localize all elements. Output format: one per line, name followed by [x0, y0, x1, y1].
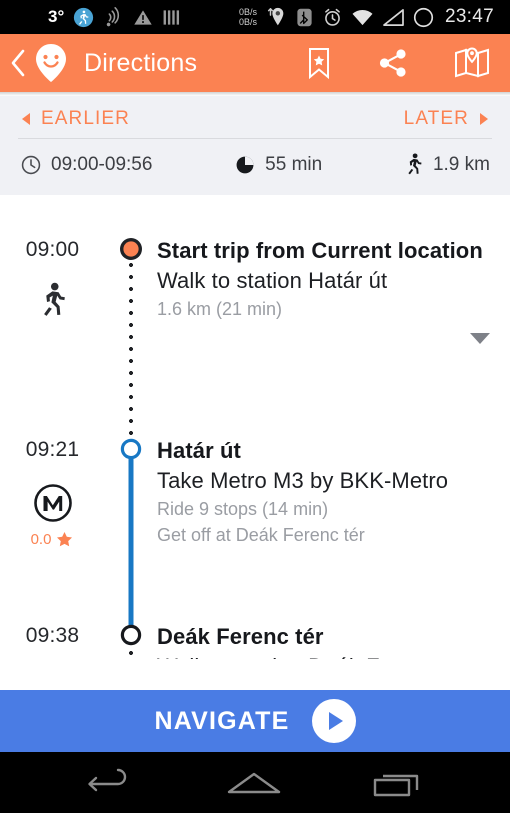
location-pin-icon	[265, 6, 287, 28]
warning-triangle-icon	[133, 8, 153, 27]
step-detail: Start trip from Current location Walk to…	[157, 237, 510, 437]
rating-value: 0.0	[30, 531, 52, 548]
play-triangle	[328, 712, 343, 730]
timeline-column	[105, 623, 157, 659]
earlier-button[interactable]: EARLIER	[22, 108, 130, 130]
walking-icon	[38, 282, 68, 320]
bars-icon	[162, 8, 181, 27]
android-home-icon[interactable]	[225, 768, 283, 798]
bookmark-star-icon[interactable]	[306, 47, 332, 80]
itinerary-steps: 09:00 Start trip from Current location W…	[0, 195, 510, 659]
step-left-column: 09:00	[0, 237, 105, 437]
timeline-column	[105, 437, 157, 633]
stat-distance: 1.9 km	[404, 153, 496, 177]
step-subtitle: Take Metro M3 by BKK-Metro	[157, 468, 449, 493]
status-bar-clock: 23:47	[444, 6, 494, 27]
trip-summary-header: EARLIER LATER 09:00-09:56 55 min 1.9 km	[0, 96, 510, 195]
play-icon[interactable]	[311, 699, 356, 743]
later-button[interactable]: LATER	[404, 108, 488, 130]
step-meta: Ride 9 stops (14 min)	[157, 499, 329, 519]
step-left-column: 09:21 0.0	[0, 437, 105, 623]
satellite-signal-icon	[103, 7, 124, 27]
triangle-left-icon	[22, 113, 30, 125]
earlier-label: EARLIER	[41, 108, 131, 129]
step-time: 09:38	[25, 624, 80, 647]
step-time: 09:21	[25, 438, 80, 461]
wifi-icon	[351, 8, 374, 27]
origin-dot-marker	[119, 237, 143, 266]
itinerary-step[interactable]: 09:38 Deák Ferenc tér Walk to station De…	[0, 623, 510, 659]
running-man-icon	[73, 7, 94, 28]
rating-badge: 0.0	[31, 530, 75, 549]
step-left-column: 09:38	[0, 623, 105, 659]
timeline-dotted-segment	[128, 259, 134, 437]
stat-time-range-value: 09:00-09:56	[51, 154, 153, 175]
timeline-solid-segment	[128, 447, 134, 633]
step-title: Deák Ferenc tér	[157, 624, 324, 649]
step-subtitle: Walk to station Határ út	[157, 268, 388, 293]
circle-icon	[413, 7, 434, 28]
step-subtitle: Walk to station Deák Ferenc	[157, 651, 498, 659]
trip-stats: 09:00-09:56 55 min 1.9 km	[0, 139, 510, 195]
back-chevron-icon[interactable]	[8, 46, 30, 80]
android-recents-icon[interactable]	[372, 768, 426, 798]
temperature-indicator: 3°	[48, 7, 65, 26]
page-title: Directions	[84, 48, 198, 77]
itinerary-list[interactable]: 09:00 Start trip from Current location W…	[0, 195, 510, 659]
network-speed-indicator: 0B/s 0B/s	[239, 7, 257, 27]
bluetooth-icon	[295, 7, 314, 28]
cell-signal-icon	[382, 8, 405, 27]
later-label: LATER	[403, 108, 469, 129]
stat-duration: 55 min	[234, 154, 322, 176]
transit-circle-black-marker	[119, 623, 143, 652]
map-icon[interactable]	[454, 47, 490, 79]
stat-duration-value: 55 min	[265, 154, 323, 175]
android-back-icon[interactable]	[84, 768, 136, 798]
network-speed-up: 0B/s	[238, 17, 257, 27]
duration-pie-icon	[234, 154, 256, 176]
app-bar-actions	[306, 47, 496, 80]
timeline-column	[105, 237, 157, 437]
share-icon[interactable]	[378, 48, 408, 78]
alarm-clock-icon	[322, 7, 343, 28]
clock-icon	[20, 154, 42, 176]
time-shift-row: EARLIER LATER	[0, 98, 510, 138]
status-bar-left: 3°	[10, 7, 181, 28]
step-title: Határ út	[157, 438, 241, 463]
star-icon	[55, 530, 74, 549]
itinerary-step[interactable]: 09:00 Start trip from Current location W…	[0, 237, 510, 437]
step-meta: 1.6 km (21 min)	[157, 299, 283, 319]
android-nav-bar	[0, 752, 510, 813]
chevron-down-icon[interactable]	[470, 333, 490, 344]
status-bar: 3° 0B/s 0B/s 23:47	[0, 0, 510, 34]
network-speed-down: 0B/s	[238, 7, 257, 17]
step-detail: Deák Ferenc tér Walk to station Deák Fer…	[157, 623, 510, 659]
transit-circle-blue-marker	[119, 437, 143, 466]
app-bar: Directions	[0, 34, 510, 92]
itinerary-step[interactable]: 09:21 0.0 Határ út Take Metro M3 by BKK-…	[0, 437, 510, 633]
metro-m-icon	[32, 482, 74, 524]
step-meta-secondary: Get off at Deák Ferenc tér	[157, 525, 365, 545]
stat-time-range: 09:00-09:56	[14, 154, 152, 176]
smiley-map-pin-icon	[32, 42, 70, 84]
step-time: 09:00	[25, 238, 80, 261]
stat-distance-value: 1.9 km	[432, 154, 490, 175]
step-detail: Határ út Take Metro M3 by BKK-Metro Ride…	[157, 437, 510, 623]
triangle-right-icon	[480, 113, 488, 125]
navigate-label: NAVIGATE	[154, 706, 290, 735]
navigate-button[interactable]: NAVIGATE	[0, 690, 510, 752]
status-bar-right: 0B/s 0B/s 23:47	[239, 6, 500, 28]
app-bar-left[interactable]: Directions	[8, 42, 197, 84]
step-title: Start trip from Current location	[157, 238, 483, 263]
walking-icon	[404, 153, 424, 177]
